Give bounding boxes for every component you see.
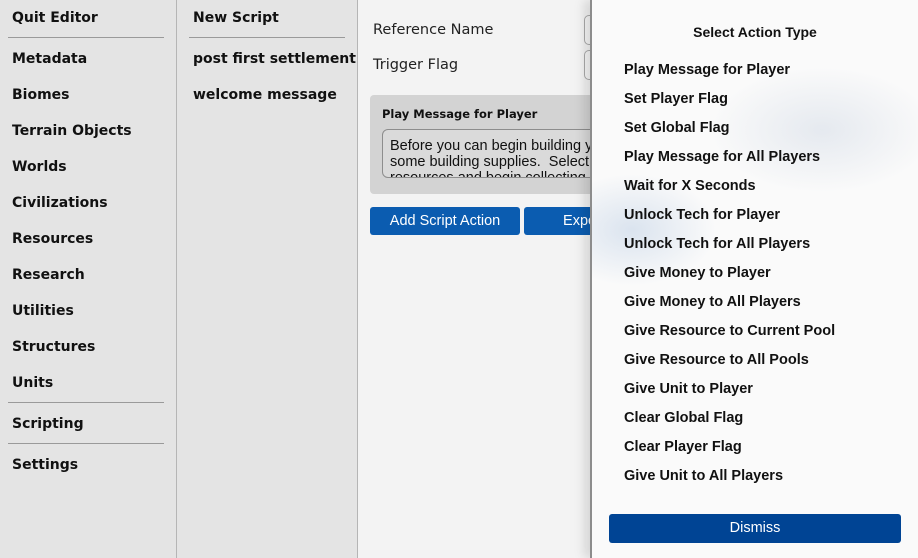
sidebar-divider — [8, 402, 164, 403]
action-option-set-global-flag[interactable]: Set Global Flag — [624, 120, 730, 136]
sidebar-item-terrain-objects[interactable]: Terrain Objects — [12, 123, 132, 139]
sidebar-item-units[interactable]: Units — [12, 375, 53, 391]
action-option-set-player-flag[interactable]: Set Player Flag — [624, 91, 728, 107]
quit-editor-button[interactable]: Quit Editor — [12, 10, 98, 26]
script-action-card: Play Message for Player Before you can b… — [370, 95, 598, 194]
script-list-item[interactable]: post first settlement — [193, 51, 356, 67]
action-option-clear-global-flag[interactable]: Clear Global Flag — [624, 410, 743, 426]
sidebar-item-structures[interactable]: Structures — [12, 339, 95, 355]
sidebar-item-resources[interactable]: Resources — [12, 231, 93, 247]
sidebar-item-worlds[interactable]: Worlds — [12, 159, 67, 175]
editor-sidebar: Quit Editor Metadata Biomes Terrain Obje… — [0, 0, 177, 558]
sidebar-item-research[interactable]: Research — [12, 267, 85, 283]
sidebar-item-utilities[interactable]: Utilities — [12, 303, 74, 319]
script-list-divider — [189, 37, 345, 38]
add-script-action-button[interactable]: Add Script Action — [370, 207, 520, 235]
action-option-give-unit-to-all-players[interactable]: Give Unit to All Players — [624, 468, 783, 484]
dialog-title: Select Action Type — [693, 24, 817, 40]
sidebar-item-settings[interactable]: Settings — [12, 457, 78, 473]
sidebar-divider — [8, 37, 164, 38]
script-list-item[interactable]: welcome message — [193, 87, 337, 103]
sidebar-item-civilizations[interactable]: Civilizations — [12, 195, 108, 211]
dismiss-button[interactable]: Dismiss — [609, 514, 901, 543]
sidebar-item-scripting[interactable]: Scripting — [12, 416, 84, 432]
message-textarea[interactable]: Before you can begin building your some … — [382, 129, 598, 178]
script-action-title: Play Message for Player — [382, 107, 538, 121]
action-option-wait-for-x-seconds[interactable]: Wait for X Seconds — [624, 178, 756, 194]
action-option-give-unit-to-player[interactable]: Give Unit to Player — [624, 381, 753, 397]
export-button[interactable]: Export — [524, 207, 598, 235]
sidebar-item-biomes[interactable]: Biomes — [12, 87, 70, 103]
script-list-panel: New Script post first settlement welcome… — [177, 0, 358, 558]
action-option-play-message-for-all-players[interactable]: Play Message for All Players — [624, 149, 820, 165]
action-option-unlock-tech-for-player[interactable]: Unlock Tech for Player — [624, 207, 780, 223]
trigger-flag-label: Trigger Flag — [373, 57, 459, 73]
reference-name-label: Reference Name — [373, 22, 494, 38]
sidebar-divider — [8, 443, 164, 444]
action-option-unlock-tech-for-all-players[interactable]: Unlock Tech for All Players — [624, 236, 810, 252]
new-script-button[interactable]: New Script — [193, 10, 279, 26]
action-option-play-message-for-player[interactable]: Play Message for Player — [624, 62, 790, 78]
action-option-give-money-to-all-players[interactable]: Give Money to All Players — [624, 294, 801, 310]
select-action-type-dialog: Select Action Type Play Message for Play… — [590, 0, 918, 558]
action-option-give-resource-to-current-pool[interactable]: Give Resource to Current Pool — [624, 323, 835, 339]
action-option-give-resource-to-all-pools[interactable]: Give Resource to All Pools — [624, 352, 809, 368]
action-option-clear-player-flag[interactable]: Clear Player Flag — [624, 439, 742, 455]
sidebar-item-metadata[interactable]: Metadata — [12, 51, 87, 67]
action-option-give-money-to-player[interactable]: Give Money to Player — [624, 265, 771, 281]
script-editor: Reference Name Trigger Flag Play Message… — [358, 0, 598, 558]
